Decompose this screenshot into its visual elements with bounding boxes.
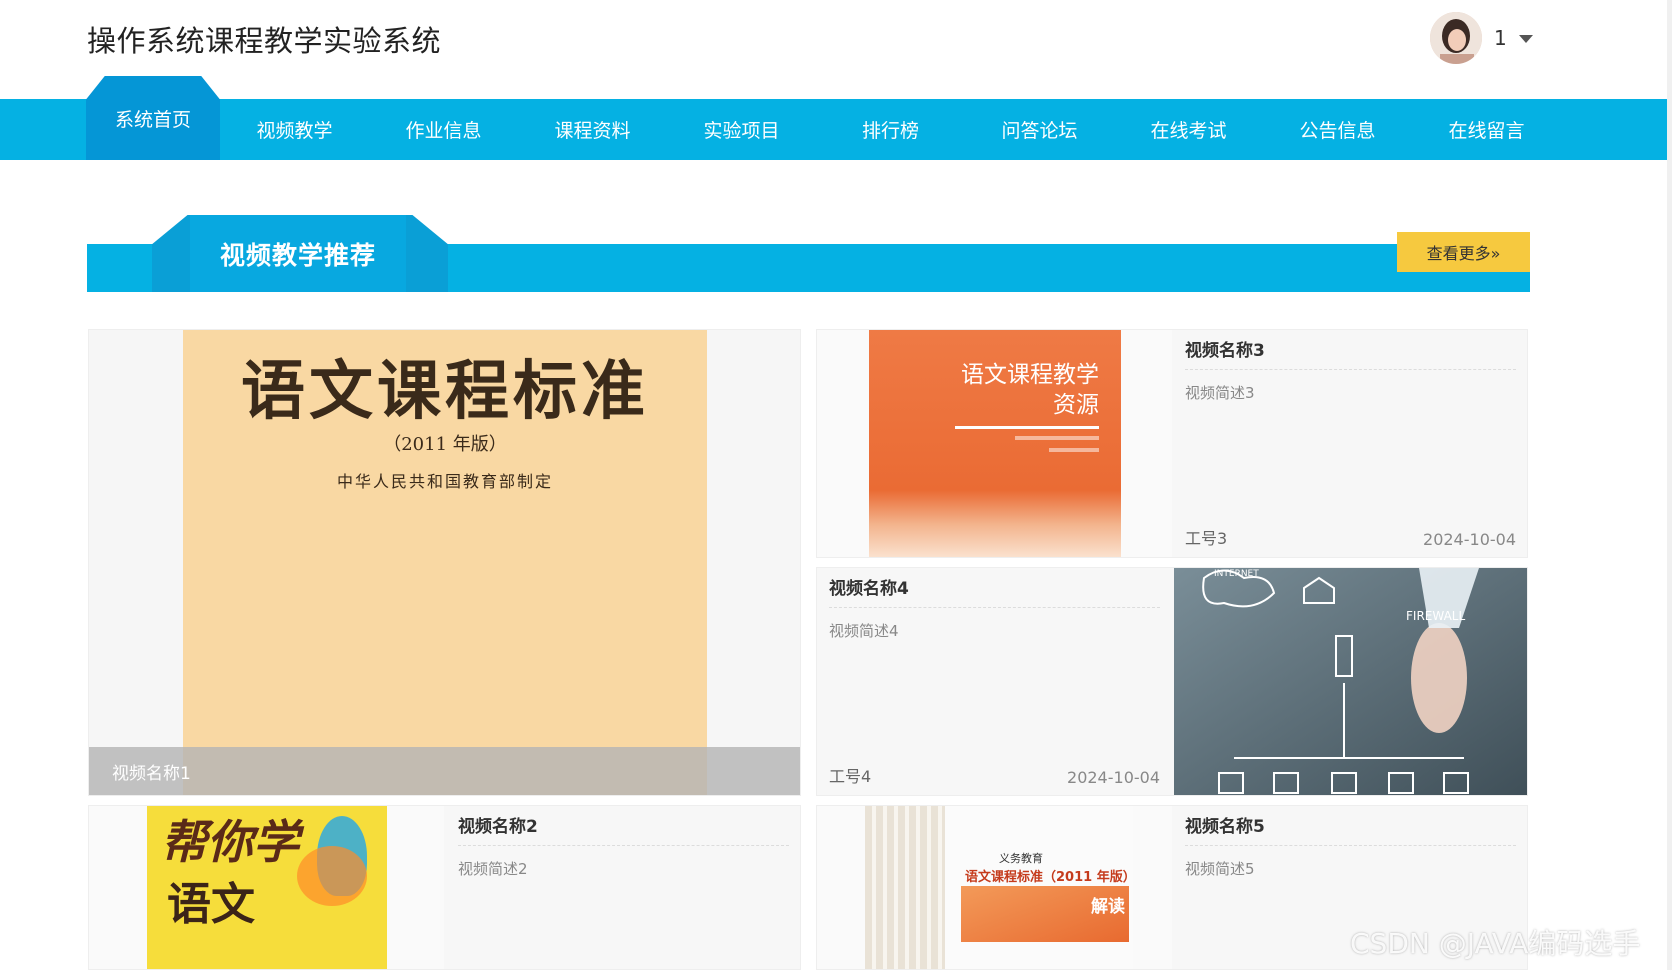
video-author: 工号3 bbox=[1185, 529, 1228, 548]
nav-item-video[interactable]: 视频教学 bbox=[220, 99, 369, 160]
nav-item-homework[interactable]: 作业信息 bbox=[369, 99, 518, 160]
site-title: 操作系统课程教学实验系统 bbox=[87, 24, 442, 58]
nav-item-home[interactable]: 系统首页 bbox=[64, 76, 242, 160]
video-desc: 视频简述3 bbox=[1185, 384, 1255, 402]
chevron-down-icon[interactable] bbox=[1518, 35, 1533, 43]
nav-item-materials[interactable]: 课程资料 bbox=[518, 99, 667, 160]
video-info-2: 视频名称2 视频简述2 bbox=[446, 806, 800, 969]
scrollbar[interactable] bbox=[1667, 0, 1672, 970]
cover-line-2: 语文课程标准（2011 年版） bbox=[965, 870, 1136, 885]
video-card-4[interactable]: 视频名称4 视频简述4 工号4 2024-10-04 FIREWALL INTE… bbox=[816, 567, 1528, 796]
video-card-3[interactable]: 语文课程教学 资源 视频名称3 视频简述3 工号3 2024-10-04 bbox=[816, 329, 1528, 558]
cover-spines bbox=[865, 806, 945, 969]
cover-edition: （2011 年版） bbox=[383, 434, 507, 455]
watermark: CSDN @JAVA编码选手 bbox=[1350, 927, 1641, 960]
cover-book: 语文课程教学 资源 bbox=[869, 330, 1121, 557]
cover-line-2: 资源 bbox=[1053, 392, 1099, 418]
video-name[interactable]: 视频名称3 bbox=[1185, 340, 1516, 370]
video-name[interactable]: 视频名称4 bbox=[829, 578, 1160, 608]
user-menu[interactable]: 1 bbox=[1430, 12, 1533, 64]
user-name[interactable]: 1 bbox=[1494, 26, 1507, 50]
cover-rule bbox=[955, 426, 1099, 429]
nav-items: 视频教学 作业信息 课程资料 实验项目 排行榜 问答论坛 在线考试 公告信息 在… bbox=[220, 99, 1561, 160]
video-date: 2024-10-04 bbox=[1067, 768, 1160, 787]
nav-item-message[interactable]: 在线留言 bbox=[1412, 99, 1561, 160]
cover-line-1: 语文课程教学 bbox=[961, 362, 1099, 388]
video-card-2[interactable]: 帮你学 语文 视频名称2 视频简述2 bbox=[88, 805, 801, 970]
video-desc: 视频简述2 bbox=[458, 860, 528, 878]
nav-item-experiments[interactable]: 实验项目 bbox=[667, 99, 816, 160]
video-cover-2[interactable]: 帮你学 语文 bbox=[89, 806, 444, 969]
video-card-1[interactable]: 语文课程标准 （2011 年版） 中华人民共和国教育部制定 视频名称1 bbox=[88, 329, 801, 796]
cover-publisher: 中华人民共和国教育部制定 bbox=[336, 472, 553, 491]
video-caption-1[interactable]: 视频名称1 bbox=[89, 747, 800, 795]
firewall-label: FIREWALL bbox=[1406, 609, 1465, 623]
cover-book: 帮你学 语文 bbox=[147, 806, 387, 969]
cover-authors bbox=[1015, 436, 1099, 440]
video-cover-1[interactable]: 语文课程标准 （2011 年版） 中华人民共和国教育部制定 bbox=[183, 330, 707, 795]
nav-item-notice[interactable]: 公告信息 bbox=[1263, 99, 1412, 160]
nav-item-forum[interactable]: 问答论坛 bbox=[965, 99, 1114, 160]
video-cover-4[interactable]: FIREWALL INTERNET bbox=[1174, 568, 1527, 795]
cover-decor-2 bbox=[297, 846, 367, 906]
video-desc: 视频简述4 bbox=[829, 622, 899, 640]
video-name[interactable]: 视频名称5 bbox=[1185, 816, 1516, 846]
video-info-4: 视频名称4 视频简述4 工号4 2024-10-04 bbox=[817, 568, 1172, 795]
cover-line-1: 义务教育 bbox=[999, 852, 1043, 865]
video-cover-3[interactable]: 语文课程教学 资源 bbox=[817, 330, 1172, 557]
nav-item-ranking[interactable]: 排行榜 bbox=[816, 99, 965, 160]
video-date: 2024-10-04 bbox=[1423, 530, 1516, 549]
video-desc: 视频简述5 bbox=[1185, 860, 1255, 878]
cover-title: 语文课程标准 bbox=[241, 354, 649, 429]
network-diagram-image: FIREWALL INTERNET bbox=[1174, 568, 1527, 795]
section-title: 视频教学推荐 bbox=[190, 215, 406, 292]
video-info-3: 视频名称3 视频简述3 工号3 2024-10-04 bbox=[1173, 330, 1527, 557]
nav-item-home-label[interactable]: 系统首页 bbox=[86, 76, 220, 160]
cover-subject: 语文 bbox=[167, 879, 255, 930]
cover-book: 义务教育 语文课程标准（2011 年版） 解读 bbox=[865, 806, 1136, 969]
internet-label: INTERNET bbox=[1214, 569, 1259, 579]
video-name[interactable]: 视频名称2 bbox=[458, 816, 789, 846]
avatar[interactable] bbox=[1430, 12, 1482, 64]
view-more-button[interactable]: 查看更多» bbox=[1397, 232, 1530, 272]
cover-authors-2 bbox=[1049, 448, 1099, 452]
nav-item-exam[interactable]: 在线考试 bbox=[1114, 99, 1263, 160]
cover-line-3: 解读 bbox=[1091, 897, 1125, 917]
cover-title: 帮你学 bbox=[161, 815, 299, 869]
video-author: 工号4 bbox=[829, 767, 872, 786]
video-cover-5[interactable]: 义务教育 语文课程标准（2011 年版） 解读 bbox=[817, 806, 1172, 969]
